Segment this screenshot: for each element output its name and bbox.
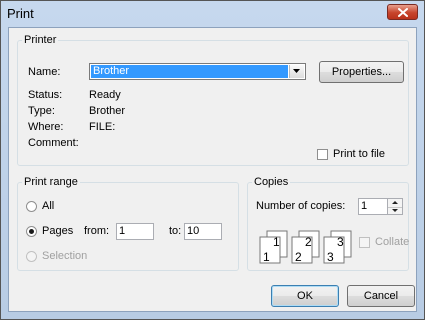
selection-radio-label[interactable]: Selection (42, 250, 87, 262)
pages-from-label: from: (84, 225, 110, 237)
svg-text:3: 3 (327, 250, 334, 264)
print-to-file-checkbox[interactable] (317, 149, 328, 160)
close-icon (398, 8, 408, 17)
collate-label[interactable]: Collate (375, 236, 409, 248)
chevron-down-icon (293, 69, 300, 73)
svg-text:1: 1 (273, 235, 280, 249)
svg-text:3: 3 (337, 235, 344, 249)
status-label: Status: (28, 89, 63, 101)
printer-name-select[interactable]: Brother (89, 63, 306, 80)
close-button[interactable] (387, 4, 418, 20)
svg-text:1: 1 (263, 250, 270, 264)
all-radio-label[interactable]: All (42, 200, 54, 212)
cancel-button[interactable]: Cancel (347, 285, 415, 307)
where-label: Where: (28, 121, 64, 133)
spin-down-button[interactable] (388, 207, 402, 215)
pages-radio-label[interactable]: Pages (42, 225, 73, 237)
type-label: Type: (28, 105, 55, 117)
title-bar[interactable]: Print (1, 1, 424, 27)
print-to-file-label[interactable]: Print to file (333, 148, 385, 160)
svg-text:2: 2 (295, 250, 302, 264)
properties-button[interactable]: Properties... (319, 61, 404, 83)
arrow-down-icon (392, 209, 398, 212)
pages-from-input[interactable]: 1 (116, 223, 154, 240)
print-dialog-window: Print Printer Name: Brother Properties..… (0, 0, 425, 320)
type-value: Brother (89, 105, 126, 117)
where-value: FILE: (89, 121, 116, 133)
copies-legend: Copies (254, 176, 289, 188)
selection-radio[interactable] (26, 251, 37, 262)
dialog-body: Printer Name: Brother Properties... Stat… (8, 27, 417, 312)
print-range-legend: Print range (24, 176, 78, 188)
collate-checkbox[interactable] (359, 237, 370, 248)
comment-label: Comment: (28, 137, 79, 149)
ok-button[interactable]: OK (271, 285, 339, 307)
arrow-up-icon (392, 201, 398, 204)
all-radio[interactable] (26, 201, 37, 212)
printer-name-value: Brother (91, 65, 288, 78)
number-of-copies-label: Number of copies: (256, 200, 346, 212)
printer-group-legend: Printer (24, 34, 57, 46)
pages-to-label: to: (169, 225, 182, 237)
pages-to-input[interactable]: 10 (184, 223, 222, 240)
status-value: Ready (89, 89, 121, 101)
pages-radio[interactable] (26, 226, 37, 237)
printer-name-label: Name: (28, 66, 61, 78)
dropdown-arrow-button[interactable] (289, 65, 304, 78)
copies-input[interactable]: 1 (358, 198, 388, 215)
collate-pages-icon: 1 1 2 2 3 3 (259, 230, 352, 264)
copies-spinner[interactable] (388, 198, 403, 215)
window-title: Print (7, 6, 34, 21)
svg-text:2: 2 (305, 235, 312, 249)
